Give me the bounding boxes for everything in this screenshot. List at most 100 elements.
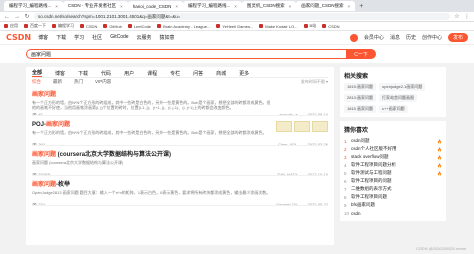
menu-icon[interactable]: ⋮	[464, 13, 470, 20]
bookmark-item[interactable]: CSDN	[80, 24, 97, 29]
nav-link[interactable]: 博客	[38, 34, 48, 41]
result-title[interactable]: 画家问题-枚举	[32, 179, 328, 188]
result-item[interactable]: 画家问题有一个正方形的墙，由N*N个正方形的砖组成，其中一些砖是白色的，另外一些…	[32, 86, 328, 116]
result-title[interactable]: 画家问题 (coursera北京大学数据结构与算法公开课)	[32, 149, 328, 158]
tab-3[interactable]: 代码	[101, 70, 111, 77]
bookmark-item[interactable]: 编程学习	[52, 23, 74, 29]
csdn-logo[interactable]: CSDN	[6, 33, 31, 42]
header-links: 会员中心 消息 历史 创作中心	[364, 34, 442, 41]
hot-item[interactable]: 6 软件工程项目的问题	[344, 177, 442, 185]
close-icon[interactable]: ×	[289, 4, 292, 9]
avatar[interactable]	[349, 33, 358, 42]
subtab-3[interactable]: VIP内容	[95, 79, 111, 85]
bookmark-item[interactable]: LeetCode	[127, 24, 151, 29]
close-icon[interactable]: ×	[120, 4, 123, 9]
related-title: 相关搜索	[344, 74, 369, 80]
bookmark-item[interactable]: CSDN	[322, 24, 340, 29]
bookmark-item[interactable]: 应用	[4, 23, 18, 29]
close-icon[interactable]: ×	[55, 4, 58, 9]
tab-2[interactable]: 下载	[78, 70, 88, 77]
hot-item[interactable]: 8 软件工程项目问题	[344, 193, 442, 201]
hot-item[interactable]: 4 软件工程项目问题分析 🔥	[344, 161, 442, 169]
bookmark-label: CSDN	[86, 23, 98, 29]
related-search-pill[interactable]: openjudge2.1画家问题	[379, 83, 426, 91]
bookmark-item[interactable]: Make Kodair LO...	[259, 24, 298, 29]
bookmark-item[interactable]: B站	[303, 23, 316, 29]
tab-7[interactable]: 问答	[193, 70, 203, 77]
results-panel: 全部 博客 下载 代码 用户 课程 专栏 问答 商城 更多 综合 最新 热门 VIP内容 发布时间不限 ▾…	[26, 67, 334, 245]
browser-tab[interactable]: 图灵机_CSDN搜索 ×	[241, 1, 297, 11]
subtab-0[interactable]: 综合	[32, 79, 41, 85]
search-input[interactable]: 画家问题	[26, 49, 346, 59]
nav-link[interactable]: 学习	[74, 34, 84, 41]
time-filter-dropdown[interactable]: 发布时间不限 ▾	[301, 79, 328, 85]
nav-link[interactable]: 猿如意	[160, 34, 175, 41]
result-title[interactable]: 画家问题	[32, 89, 328, 98]
star-icon[interactable]: ☆	[454, 13, 460, 20]
thumbnail-image[interactable]	[294, 121, 310, 132]
tab-8[interactable]: 商城	[216, 70, 226, 77]
nav-link[interactable]: 下载	[56, 34, 66, 41]
result-item[interactable]: 画家问题 (coursera北京大学数据结构与算法公开课) 画家问题 (cours…	[32, 146, 328, 176]
publish-button[interactable]: 发布	[447, 33, 468, 42]
related-search-pill[interactable]: 打家劫舍问题画图	[379, 94, 418, 102]
back-icon[interactable]: ←	[4, 14, 10, 20]
hot-item[interactable]: 7 二维数组的表示方式	[344, 185, 442, 193]
related-search-pill[interactable]: 2813:画家问题	[344, 94, 377, 102]
search-button[interactable]: C一下	[346, 49, 376, 59]
bookmark-favicon-icon	[322, 24, 327, 28]
close-icon[interactable]: ×	[175, 4, 178, 9]
bookmark-item[interactable]: 百度一下	[24, 23, 46, 29]
tab-6[interactable]: 专栏	[170, 70, 180, 77]
nav-link[interactable]: 云服务	[137, 34, 152, 41]
tab-9[interactable]: 更多	[239, 70, 249, 77]
related-search-pill[interactable]: 1815 画家问题	[344, 105, 377, 113]
hot-item[interactable]: 1 csdn问题 🔥	[344, 137, 442, 145]
result-description: 有一个正方形的墙，由N*N个正方形的砖组成，其中一些砖是白色的，另外一些是黄色的…	[32, 100, 271, 110]
related-search-pill[interactable]: c++画家问题	[379, 105, 408, 113]
hot-item[interactable]: 2 csdn个人社区版不好用 🔥	[344, 145, 442, 153]
nav-link[interactable]: 社区	[92, 34, 102, 41]
hot-rank: 5	[344, 170, 347, 176]
url-field[interactable]: so.csdn.net/so/search?spm=1001.2101.3001…	[34, 13, 450, 20]
thumbnail-image[interactable]	[312, 121, 328, 132]
close-icon[interactable]: ×	[348, 4, 351, 9]
bookmark-favicon-icon	[216, 24, 221, 28]
hot-item[interactable]: 5 软件测试与工程问题 🔥	[344, 169, 442, 177]
browser-tab[interactable]: hanoi_code_CSDN ×	[127, 1, 183, 11]
tab-5[interactable]: 课程	[147, 70, 157, 77]
tab-1[interactable]: 博客	[55, 70, 65, 77]
header-link[interactable]: 消息	[390, 34, 400, 41]
bookmark-item[interactable]: Brain Academy - League...	[157, 24, 210, 29]
result-item[interactable]: POJ-画家问题 有一个正方形的墙，由N*N个正方形的砖组成，其中一些砖是白色的，…	[32, 116, 328, 146]
browser-tab[interactable]: 编程学习_编程路线... ×	[182, 1, 242, 11]
close-icon[interactable]: ×	[234, 4, 237, 9]
tab-4[interactable]: 用户	[124, 70, 134, 77]
result-description: 有一个正方形的墙，由N*N个正方形的砖组成，其中一些砖是白色的，另外一些是黄色的…	[32, 130, 267, 135]
tab-0[interactable]: 全部	[32, 69, 43, 77]
subtab-1[interactable]: 最新	[53, 79, 62, 85]
bookmark-item[interactable]: GitHub	[103, 24, 122, 29]
related-search-pill[interactable]: 1815:画家问题	[344, 83, 377, 91]
new-tab-icon[interactable]: +	[359, 3, 363, 10]
nav-link[interactable]: GitCode	[110, 34, 128, 41]
subtab-2[interactable]: 热门	[74, 79, 83, 85]
hot-item[interactable]: 9 bfs画家问题	[344, 201, 442, 209]
header-link[interactable]: 会员中心	[364, 34, 384, 41]
bookmark-item[interactable]: YeHeeil Games...	[216, 24, 253, 29]
hot-rank: 3	[344, 154, 347, 160]
result-item[interactable]: 画家问题-枚举 OpenJudge2813 画家问题 题目大意：输入一个n*n的矩…	[32, 176, 328, 206]
forward-icon[interactable]: →	[14, 14, 20, 20]
browser-tab[interactable]: 编程学习_编程路线... ×	[4, 1, 63, 11]
browser-tab[interactable]: CSDN - 专业开发者社区 ×	[62, 1, 128, 11]
browser-tab[interactable]: 画家问题_CSDN搜索 ×	[296, 1, 356, 11]
reload-icon[interactable]: ↻	[24, 13, 30, 20]
hot-item[interactable]: 10 csdn	[344, 209, 442, 217]
result-author[interactable]: GeorgeLQY	[276, 202, 297, 205]
header-link[interactable]: 历史	[406, 34, 416, 41]
thumbnail-image[interactable]	[276, 121, 292, 132]
header-link[interactable]: 创作中心	[422, 34, 442, 41]
sidebar: 相关搜索 1815:画家问题 openjudge2.1画家问题 2813:画家问题打…	[340, 67, 446, 245]
hot-item[interactable]: 3 stack overflow问题 🔥	[344, 153, 442, 161]
hot-rank: 7	[344, 186, 347, 192]
